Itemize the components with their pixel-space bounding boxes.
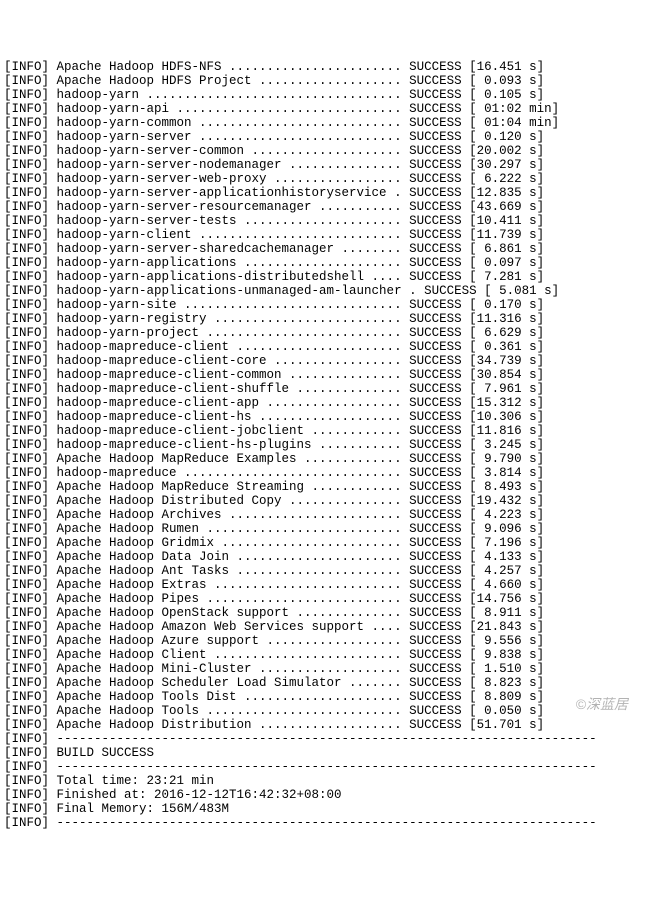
separator: [INFO] ---------------------------------… bbox=[4, 732, 642, 746]
log-line: [INFO] hadoop-yarn-server ..............… bbox=[4, 130, 642, 144]
log-line: [INFO] hadoop-yarn .....................… bbox=[4, 88, 642, 102]
log-line: [INFO] hadoop-yarn-common ..............… bbox=[4, 116, 642, 130]
log-line: [INFO] Apache Hadoop Archives ..........… bbox=[4, 508, 642, 522]
log-line: [INFO] hadoop-mapreduce ................… bbox=[4, 466, 642, 480]
separator: [INFO] ---------------------------------… bbox=[4, 816, 642, 830]
log-line: [INFO] hadoop-mapreduce-client-app .....… bbox=[4, 396, 642, 410]
total-time: [INFO] Total time: 23:21 min bbox=[4, 774, 642, 788]
log-line: [INFO] hadoop-yarn-site ................… bbox=[4, 298, 642, 312]
log-line: [INFO] Apache Hadoop Distributed Copy ..… bbox=[4, 494, 642, 508]
log-line: [INFO] Apache Hadoop Rumen .............… bbox=[4, 522, 642, 536]
log-line: [INFO] Apache Hadoop Extras ............… bbox=[4, 578, 642, 592]
watermark: ©深蓝居 bbox=[576, 697, 628, 711]
log-line: [INFO] hadoop-mapreduce-client-jobclient… bbox=[4, 424, 642, 438]
log-line: [INFO] hadoop-yarn-server-applicationhis… bbox=[4, 186, 642, 200]
log-line: [INFO] hadoop-yarn-server-resourcemanage… bbox=[4, 200, 642, 214]
log-line: [INFO] hadoop-yarn-server-tests ........… bbox=[4, 214, 642, 228]
log-line: [INFO] hadoop-yarn-client ..............… bbox=[4, 228, 642, 242]
log-line: [INFO] Apache Hadoop Tools .............… bbox=[4, 704, 642, 718]
finished-at: [INFO] Finished at: 2016-12-12T16:42:32+… bbox=[4, 788, 642, 802]
log-line: [INFO] Apache Hadoop OpenStack support .… bbox=[4, 606, 642, 620]
log-line: [INFO] Apache Hadoop Azure support .....… bbox=[4, 634, 642, 648]
log-line: [INFO] hadoop-mapreduce-client .........… bbox=[4, 340, 642, 354]
log-line: [INFO] Apache Hadoop Data Join .........… bbox=[4, 550, 642, 564]
log-line: [INFO] Apache Hadoop Scheduler Load Simu… bbox=[4, 676, 642, 690]
log-line: [INFO] Apache Hadoop Pipes .............… bbox=[4, 592, 642, 606]
log-line: [INFO] hadoop-yarn-server-nodemanager ..… bbox=[4, 158, 642, 172]
log-line: [INFO] Apache Hadoop Client ............… bbox=[4, 648, 642, 662]
log-line: [INFO] Apache Hadoop Distribution ......… bbox=[4, 718, 642, 732]
log-line: [INFO] hadoop-yarn-project .............… bbox=[4, 326, 642, 340]
build-success: [INFO] BUILD SUCCESS bbox=[4, 746, 642, 760]
log-line: [INFO] Apache Hadoop HDFS Project ......… bbox=[4, 74, 642, 88]
log-line: [INFO] Apache Hadoop Amazon Web Services… bbox=[4, 620, 642, 634]
log-line: [INFO] hadoop-yarn-api .................… bbox=[4, 102, 642, 116]
log-line: [INFO] Apache Hadoop MapReduce Examples … bbox=[4, 452, 642, 466]
log-line: [INFO] hadoop-mapreduce-client-common ..… bbox=[4, 368, 642, 382]
log-line: [INFO] hadoop-yarn-applications-unmanage… bbox=[4, 284, 642, 298]
log-line: [INFO] hadoop-mapreduce-client-hs ......… bbox=[4, 410, 642, 424]
log-line: [INFO] hadoop-mapreduce-client-shuffle .… bbox=[4, 382, 642, 396]
log-line: [INFO] Apache Hadoop Ant Tasks .........… bbox=[4, 564, 642, 578]
log-line: [INFO] hadoop-yarn-server-web-proxy ....… bbox=[4, 172, 642, 186]
log-line: [INFO] hadoop-mapreduce-client-core ....… bbox=[4, 354, 642, 368]
log-line: [INFO] hadoop-yarn-applications ........… bbox=[4, 256, 642, 270]
separator: [INFO] ---------------------------------… bbox=[4, 760, 642, 774]
log-line: [INFO] Apache Hadoop MapReduce Streaming… bbox=[4, 480, 642, 494]
log-line: [INFO] Apache Hadoop Tools Dist ........… bbox=[4, 690, 642, 704]
log-line: [INFO] Apache Hadoop HDFS-NFS ..........… bbox=[4, 60, 642, 74]
log-line: [INFO] hadoop-yarn-server-common .......… bbox=[4, 144, 642, 158]
log-line: [INFO] Apache Hadoop Mini-Cluster ......… bbox=[4, 662, 642, 676]
log-line: [INFO] hadoop-mapreduce-client-hs-plugin… bbox=[4, 438, 642, 452]
log-line: [INFO] hadoop-yarn-applications-distribu… bbox=[4, 270, 642, 284]
log-line: [INFO] Apache Hadoop Gridmix ...........… bbox=[4, 536, 642, 550]
log-line: [INFO] hadoop-yarn-registry ............… bbox=[4, 312, 642, 326]
log-line: [INFO] hadoop-yarn-server-sharedcacheman… bbox=[4, 242, 642, 256]
final-memory: [INFO] Final Memory: 156M/483M bbox=[4, 802, 642, 816]
